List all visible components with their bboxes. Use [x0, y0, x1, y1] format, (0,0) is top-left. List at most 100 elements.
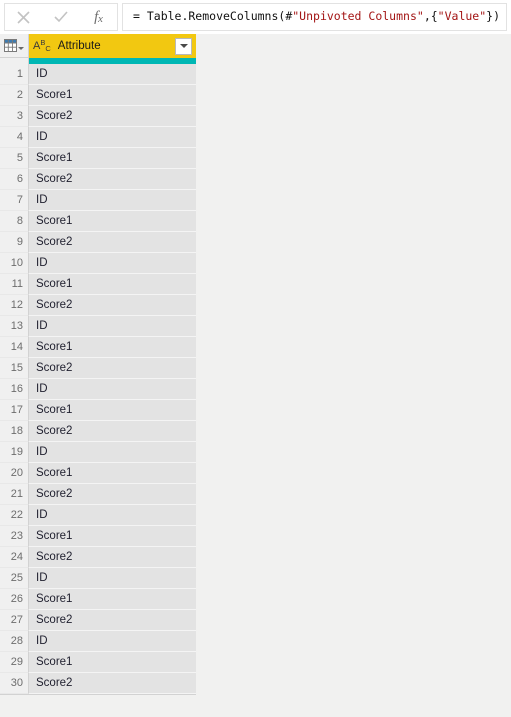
column-header-attribute[interactable]: ABC Attribute — [29, 34, 196, 58]
table-row[interactable]: 23 Score1 — [0, 526, 196, 547]
row-number[interactable]: 8 — [0, 211, 29, 232]
cell-attribute[interactable]: Score1 — [29, 337, 196, 358]
cell-attribute[interactable]: Score2 — [29, 610, 196, 631]
table-row[interactable]: 21 Score2 — [0, 484, 196, 505]
row-number[interactable]: 21 — [0, 484, 29, 505]
row-number[interactable]: 16 — [0, 379, 29, 400]
table-row[interactable]: 22 ID — [0, 505, 196, 526]
row-number[interactable]: 4 — [0, 127, 29, 148]
row-number[interactable]: 27 — [0, 610, 29, 631]
cancel-formula-button[interactable] — [5, 4, 42, 30]
cell-attribute[interactable]: Score2 — [29, 484, 196, 505]
cell-attribute[interactable]: ID — [29, 631, 196, 652]
table-row[interactable]: 30 Score2 — [0, 673, 196, 694]
row-number[interactable]: 26 — [0, 589, 29, 610]
formula-arg-table: "Unpivoted Columns" — [292, 9, 424, 24]
cell-attribute[interactable]: ID — [29, 568, 196, 589]
cell-attribute[interactable]: ID — [29, 190, 196, 211]
row-number[interactable]: 5 — [0, 148, 29, 169]
table-row[interactable]: 9 Score2 — [0, 232, 196, 253]
row-number[interactable]: 9 — [0, 232, 29, 253]
table-row[interactable]: 7 ID — [0, 190, 196, 211]
table-grid-icon — [4, 39, 24, 52]
grid-corner-button[interactable] — [0, 34, 29, 58]
row-number[interactable]: 24 — [0, 547, 29, 568]
row-number[interactable]: 3 — [0, 106, 29, 127]
row-number[interactable]: 20 — [0, 463, 29, 484]
table-row[interactable]: 6 Score2 — [0, 169, 196, 190]
row-number[interactable]: 19 — [0, 442, 29, 463]
row-number[interactable]: 2 — [0, 85, 29, 106]
table-row[interactable]: 8 Score1 — [0, 211, 196, 232]
cell-attribute[interactable]: ID — [29, 64, 196, 85]
cell-attribute[interactable]: ID — [29, 505, 196, 526]
table-row[interactable]: 20 Score1 — [0, 463, 196, 484]
table-row[interactable]: 19 ID — [0, 442, 196, 463]
cell-attribute[interactable]: Score1 — [29, 400, 196, 421]
table-row[interactable]: 5 Score1 — [0, 148, 196, 169]
table-row[interactable]: 10 ID — [0, 253, 196, 274]
row-number[interactable]: 6 — [0, 169, 29, 190]
table-row[interactable]: 3 Score2 — [0, 106, 196, 127]
cell-attribute[interactable]: Score2 — [29, 421, 196, 442]
formula-text: = Table.RemoveColumns(#"Unpivoted Column… — [133, 11, 500, 23]
row-number[interactable]: 30 — [0, 673, 29, 694]
row-number[interactable]: 17 — [0, 400, 29, 421]
row-number[interactable]: 28 — [0, 631, 29, 652]
cell-attribute[interactable]: Score1 — [29, 589, 196, 610]
table-row[interactable]: 24 Score2 — [0, 547, 196, 568]
cell-attribute[interactable]: Score1 — [29, 211, 196, 232]
cell-attribute[interactable]: Score2 — [29, 547, 196, 568]
cell-attribute[interactable]: Score2 — [29, 673, 196, 694]
table-row[interactable]: 26 Score1 — [0, 589, 196, 610]
insert-function-button[interactable]: fx — [80, 4, 117, 30]
cell-attribute[interactable]: Score1 — [29, 274, 196, 295]
row-number[interactable]: 14 — [0, 337, 29, 358]
cell-attribute[interactable]: Score1 — [29, 148, 196, 169]
table-row[interactable]: 29 Score1 — [0, 652, 196, 673]
row-number[interactable]: 12 — [0, 295, 29, 316]
row-number[interactable]: 13 — [0, 316, 29, 337]
table-row[interactable]: 17 Score1 — [0, 400, 196, 421]
table-row[interactable]: 18 Score2 — [0, 421, 196, 442]
cell-attribute[interactable]: Score2 — [29, 232, 196, 253]
row-number[interactable]: 22 — [0, 505, 29, 526]
cell-attribute[interactable]: Score1 — [29, 526, 196, 547]
cell-attribute[interactable]: Score2 — [29, 169, 196, 190]
table-row[interactable]: 4 ID — [0, 127, 196, 148]
table-row[interactable]: 16 ID — [0, 379, 196, 400]
cell-attribute[interactable]: ID — [29, 442, 196, 463]
table-row[interactable]: 13 ID — [0, 316, 196, 337]
row-number[interactable]: 7 — [0, 190, 29, 211]
formula-input[interactable]: = Table.RemoveColumns(#"Unpivoted Column… — [122, 3, 507, 31]
row-number[interactable]: 1 — [0, 64, 29, 85]
cell-attribute[interactable]: ID — [29, 316, 196, 337]
cell-attribute[interactable]: Score1 — [29, 463, 196, 484]
table-row[interactable]: 28 ID — [0, 631, 196, 652]
row-number[interactable]: 10 — [0, 253, 29, 274]
accept-formula-button[interactable] — [42, 4, 79, 30]
table-row[interactable]: 14 Score1 — [0, 337, 196, 358]
row-number[interactable]: 25 — [0, 568, 29, 589]
table-row[interactable]: 25 ID — [0, 568, 196, 589]
column-filter-button[interactable] — [175, 37, 192, 55]
row-number[interactable]: 29 — [0, 652, 29, 673]
row-number[interactable]: 11 — [0, 274, 29, 295]
table-row[interactable]: 1 ID — [0, 64, 196, 85]
cell-attribute[interactable]: Score2 — [29, 295, 196, 316]
cell-attribute[interactable]: ID — [29, 253, 196, 274]
cell-attribute[interactable]: Score1 — [29, 85, 196, 106]
cell-attribute[interactable]: Score2 — [29, 106, 196, 127]
table-row[interactable]: 27 Score2 — [0, 610, 196, 631]
cell-attribute[interactable]: ID — [29, 127, 196, 148]
table-row[interactable]: 11 Score1 — [0, 274, 196, 295]
table-row[interactable]: 15 Score2 — [0, 358, 196, 379]
cell-attribute[interactable]: ID — [29, 379, 196, 400]
row-number[interactable]: 15 — [0, 358, 29, 379]
row-number[interactable]: 18 — [0, 421, 29, 442]
cell-attribute[interactable]: Score2 — [29, 358, 196, 379]
row-number[interactable]: 23 — [0, 526, 29, 547]
table-row[interactable]: 2 Score1 — [0, 85, 196, 106]
cell-attribute[interactable]: Score1 — [29, 652, 196, 673]
table-row[interactable]: 12 Score2 — [0, 295, 196, 316]
